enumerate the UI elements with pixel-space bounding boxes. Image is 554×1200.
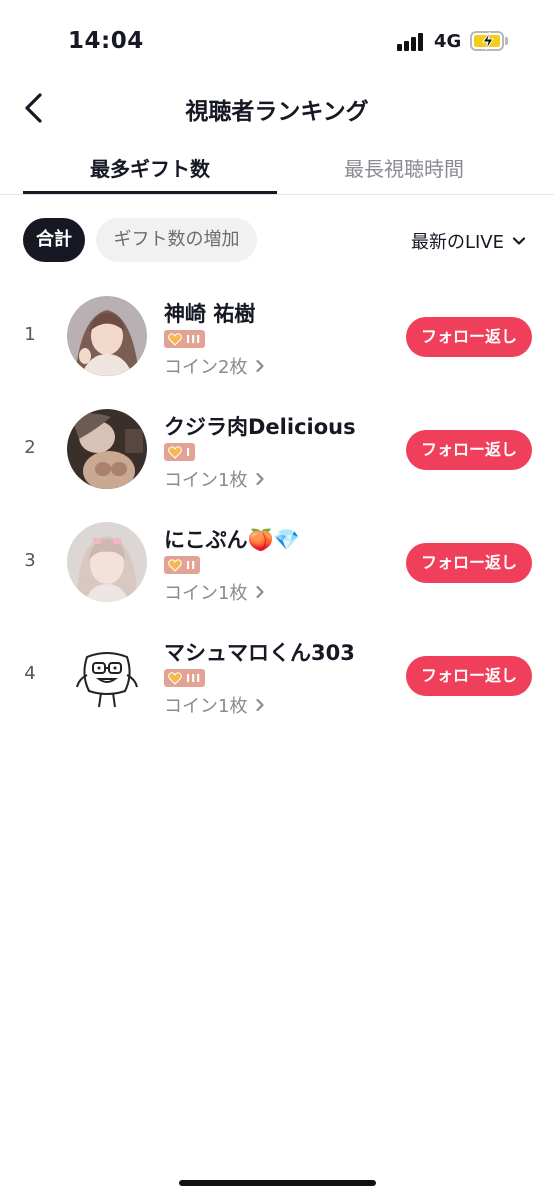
follow-back-button[interactable]: フォロー返し (406, 543, 532, 583)
coin-count-label: コイン1枚 (164, 470, 248, 491)
follow-back-button[interactable]: フォロー返し (406, 430, 532, 470)
follow-back-button[interactable]: フォロー返し (406, 656, 532, 696)
home-indicator[interactable] (179, 1180, 376, 1186)
viewer-name[interactable]: クジラ肉Delicious (164, 411, 356, 441)
fan-level-badge: II (164, 556, 201, 574)
rank-number: 4 (24, 663, 36, 684)
fan-level-badge: I (164, 443, 196, 461)
chevron-right-icon (256, 585, 265, 599)
total-chip[interactable]: 合計 (23, 218, 85, 262)
tab-bar: 最多ギフト数 最長視聴時間 (0, 140, 554, 195)
battery-nub (505, 37, 508, 45)
signal-icon (397, 33, 427, 51)
badge-level: III (186, 332, 202, 346)
chevron-right-icon (256, 472, 265, 486)
rank-number: 2 (24, 437, 36, 458)
ranking-row: 2 クジラ肉Delicious I コイン1枚 フォロー返し (0, 395, 554, 508)
viewer-name[interactable]: 神崎 祐樹 (164, 298, 255, 328)
chevron-right-icon (256, 359, 265, 373)
viewer-name[interactable]: にこぷん🍑💎 (164, 524, 300, 554)
avatar[interactable] (67, 409, 147, 489)
ranking-row: 1 神崎 祐樹 III コイン2枚 フォロー返し (0, 282, 554, 395)
coin-count[interactable]: コイン1枚 (164, 579, 265, 605)
badge-level: III (186, 671, 202, 685)
ranking-row: 3 にこぷん🍑💎 II コイン1枚 フォロー返し (0, 508, 554, 621)
coin-count-label: コイン2枚 (164, 357, 248, 378)
heart-icon (168, 332, 182, 346)
viewer-name[interactable]: マシュマロくん303 (164, 637, 355, 667)
tab-longest-watch-time[interactable]: 最長視聴時間 (277, 153, 531, 182)
coin-count-label: コイン1枚 (164, 583, 248, 604)
avatar-drawing (67, 635, 147, 715)
avatar[interactable] (67, 635, 147, 715)
avatar[interactable] (67, 296, 147, 376)
badge-level: II (186, 558, 197, 572)
heart-icon (168, 445, 182, 459)
live-selector-label: 最新のLIVE (410, 232, 504, 253)
follow-back-button[interactable]: フォロー返し (406, 317, 532, 357)
header: 視聴者ランキング (0, 80, 554, 136)
network-type: 4G (434, 31, 462, 52)
heart-icon (168, 558, 182, 572)
heart-icon (168, 671, 182, 685)
fan-level-badge: III (164, 330, 206, 348)
avatar-photo (67, 409, 147, 489)
status-bar: 14:04 4G (0, 0, 554, 80)
chevron-down-icon (512, 237, 526, 245)
ranking-row: 4 マシュマロくん303 III コイン1枚 フォロー返し (0, 621, 554, 734)
chevron-right-icon (256, 698, 265, 712)
gift-increase-chip[interactable]: ギフト数の増加 (96, 218, 257, 262)
charging-bolt-icon (482, 31, 494, 51)
status-time: 14:04 (68, 28, 144, 54)
coin-count-label: コイン1枚 (164, 696, 248, 717)
tab-most-gifts[interactable]: 最多ギフト数 (23, 153, 277, 182)
coin-count[interactable]: コイン1枚 (164, 466, 265, 492)
coin-count[interactable]: コイン1枚 (164, 692, 265, 718)
active-tab-indicator (23, 191, 277, 194)
avatar-photo (67, 296, 147, 376)
rank-number: 1 (24, 324, 36, 345)
avatar-photo (67, 522, 147, 602)
badge-level: I (186, 445, 192, 459)
fan-level-badge: III (164, 669, 206, 687)
coin-count[interactable]: コイン2枚 (164, 353, 265, 379)
avatar[interactable] (67, 522, 147, 602)
live-selector-dropdown[interactable]: 最新のLIVE (411, 228, 526, 254)
filter-row: 合計 ギフト数の増加 最新のLIVE (0, 218, 554, 262)
rank-number: 3 (24, 550, 36, 571)
page-title: 視聴者ランキング (185, 99, 369, 125)
